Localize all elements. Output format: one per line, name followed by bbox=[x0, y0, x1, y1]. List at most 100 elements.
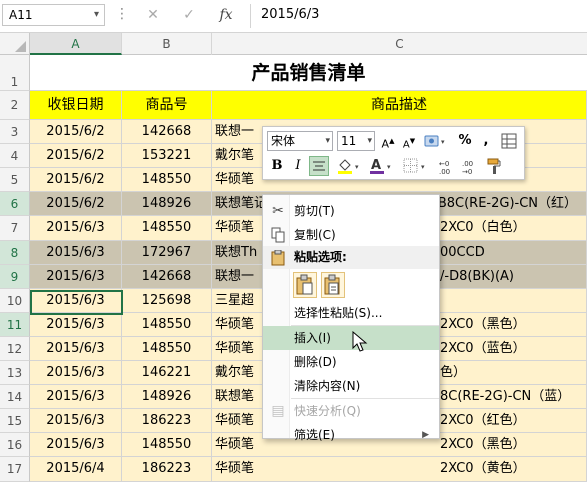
cell-date[interactable]: 2015/6/3 bbox=[30, 265, 122, 289]
cell-code[interactable]: 146221 bbox=[122, 361, 212, 385]
bold-button[interactable]: B bbox=[267, 156, 287, 176]
cell-code[interactable]: 148550 bbox=[122, 216, 212, 241]
cell-date[interactable]: 2015/6/3 bbox=[30, 385, 122, 409]
format-painter-icon[interactable] bbox=[485, 156, 505, 176]
cell-desc-text: 华硕笔 bbox=[215, 220, 255, 235]
header-desc[interactable]: 商品描述 bbox=[212, 91, 587, 120]
svg-text:A: A bbox=[371, 158, 381, 173]
header-code[interactable]: 商品号 bbox=[122, 91, 212, 120]
cell-code[interactable]: 142668 bbox=[122, 120, 212, 144]
cell-date[interactable]: 2015/6/2 bbox=[30, 168, 122, 192]
cell-date[interactable]: 2015/6/3 bbox=[30, 409, 122, 433]
cell-date-text: 2015/6/2 bbox=[46, 124, 105, 139]
cell-code[interactable]: 148550 bbox=[122, 168, 212, 192]
menu-item-filter[interactable]: 筛选(E) ▶ bbox=[263, 423, 439, 447]
row-header-1[interactable]: 1 bbox=[0, 55, 30, 91]
column-header-a[interactable]: A bbox=[30, 33, 122, 55]
menu-item-paste-special[interactable]: 选择性粘贴(S)... bbox=[263, 301, 439, 325]
row-header-13[interactable]: 13 bbox=[0, 361, 30, 385]
column-header-c[interactable]: C bbox=[212, 33, 587, 55]
cell-date[interactable]: 2015/6/2 bbox=[30, 120, 122, 144]
cell-date-text: 2015/6/2 bbox=[46, 172, 105, 187]
header-date[interactable]: 收银日期 bbox=[30, 91, 122, 120]
borders-icon[interactable]: ▾ bbox=[401, 156, 431, 176]
enter-button[interactable]: ✓ bbox=[178, 5, 200, 25]
decrease-font-size-icon[interactable]: A▼ bbox=[399, 131, 419, 151]
menu-item-clear-label: 清除内容(N) bbox=[294, 379, 361, 393]
row-header-15[interactable]: 15 bbox=[0, 409, 30, 433]
paste-icon[interactable] bbox=[293, 272, 317, 298]
cell-date[interactable]: 2015/6/3 bbox=[30, 337, 122, 361]
row-header-8[interactable]: 8 bbox=[0, 241, 30, 265]
cell-desc-tail: 2XC0（白色） bbox=[440, 220, 526, 235]
cell-date[interactable]: 2015/6/2 bbox=[30, 192, 122, 216]
align-center-icon[interactable] bbox=[309, 156, 329, 176]
insert-function-button[interactable]: fx bbox=[215, 5, 237, 25]
name-box[interactable]: A11 ▾ bbox=[2, 4, 105, 26]
menu-item-insert[interactable]: 插入(I) bbox=[263, 326, 439, 350]
cell-date[interactable]: 2015/6/4 bbox=[30, 457, 122, 482]
cell-date[interactable]: 2015/6/3 bbox=[30, 216, 122, 241]
font-size-select[interactable]: 11 ▾ bbox=[337, 131, 375, 151]
format-table-icon[interactable] bbox=[499, 131, 519, 151]
row-header-9[interactable]: 9 bbox=[0, 265, 30, 289]
cell-code[interactable]: 142668 bbox=[122, 265, 212, 289]
chevron-down-icon[interactable]: ▾ bbox=[94, 5, 99, 25]
row-header-6[interactable]: 6 bbox=[0, 192, 30, 216]
formula-bar: A11 ▾ ⋮ ✕ ✓ fx 2015/6/3 bbox=[0, 0, 587, 33]
increase-decimal-icon[interactable]: ←0.00 bbox=[438, 156, 458, 176]
cell-date[interactable]: 2015/6/2 bbox=[30, 144, 122, 168]
select-all-button[interactable] bbox=[0, 33, 30, 55]
row-header-2[interactable]: 2 bbox=[0, 91, 30, 120]
italic-button[interactable]: I bbox=[288, 156, 308, 176]
row-header-3[interactable]: 3 bbox=[0, 120, 30, 144]
cell-code[interactable]: 125698 bbox=[122, 289, 212, 313]
row-header-16[interactable]: 16 bbox=[0, 433, 30, 457]
row-header-7[interactable]: 7 bbox=[0, 216, 30, 241]
row-header-14[interactable]: 14 bbox=[0, 385, 30, 409]
accounting-format-icon[interactable]: ▾ bbox=[421, 131, 447, 151]
cell-date[interactable]: 2015/6/3 bbox=[30, 241, 122, 265]
decrease-decimal-icon[interactable]: .00 →0 bbox=[461, 156, 481, 176]
cell-code[interactable]: 148926 bbox=[122, 192, 212, 216]
menu-item-copy[interactable]: 复制(C) bbox=[263, 223, 439, 247]
menu-item-quick-analysis[interactable]: ▤ 快速分析(Q) bbox=[263, 399, 439, 423]
cell-desc-tail: 2XC0（黑色） bbox=[440, 437, 526, 452]
percent-style-button[interactable]: % bbox=[455, 131, 475, 151]
cell-code-text: 186223 bbox=[141, 461, 192, 476]
formula-input[interactable]: 2015/6/3 bbox=[250, 4, 587, 28]
cancel-button[interactable]: ✕ bbox=[142, 5, 164, 25]
cell-date[interactable]: 2015/6/3 bbox=[30, 433, 122, 457]
cell-code[interactable]: 148550 bbox=[122, 313, 212, 337]
row-header-11[interactable]: 11 bbox=[0, 313, 30, 337]
comma-style-button[interactable]: , bbox=[476, 131, 496, 151]
font-select[interactable]: 宋体 ▾ bbox=[267, 131, 333, 151]
cell-code[interactable]: 186223 bbox=[122, 457, 212, 482]
paste-values-icon[interactable] bbox=[321, 272, 345, 298]
cell-code[interactable]: 148550 bbox=[122, 433, 212, 457]
cell-code[interactable]: 172967 bbox=[122, 241, 212, 265]
row-header-5[interactable]: 5 bbox=[0, 168, 30, 192]
sheet-title[interactable]: 产品销售清单 bbox=[30, 55, 587, 91]
more-options-icon[interactable]: ⋮ bbox=[115, 5, 129, 25]
cell-code[interactable]: 148926 bbox=[122, 385, 212, 409]
cell-desc-tail: 00CCD bbox=[440, 245, 485, 260]
row-header-4[interactable]: 4 bbox=[0, 144, 30, 168]
column-header-b[interactable]: B bbox=[122, 33, 212, 55]
font-color-icon[interactable]: A ▾ bbox=[367, 156, 397, 176]
cell-code[interactable]: 186223 bbox=[122, 409, 212, 433]
fill-color-icon[interactable]: ▾ bbox=[335, 156, 365, 176]
menu-item-delete[interactable]: 删除(D) bbox=[263, 350, 439, 374]
cell-code[interactable]: 148550 bbox=[122, 337, 212, 361]
row-header-10[interactable]: 10 bbox=[0, 289, 30, 313]
menu-item-clear-contents[interactable]: 清除内容(N) bbox=[263, 374, 439, 398]
cell-desc-text: 华硕笔 bbox=[215, 341, 255, 356]
increase-font-size-icon[interactable]: A▲ bbox=[378, 131, 398, 151]
row-header-12[interactable]: 12 bbox=[0, 337, 30, 361]
menu-item-cut[interactable]: ✂ 剪切(T) bbox=[263, 199, 439, 223]
cell-desc[interactable]: 华硕笔 2XC0（黄色） bbox=[212, 457, 587, 482]
cell-date[interactable]: 2015/6/3 bbox=[30, 313, 122, 337]
cell-code[interactable]: 153221 bbox=[122, 144, 212, 168]
row-header-17[interactable]: 17 bbox=[0, 457, 30, 482]
cell-date[interactable]: 2015/6/3 bbox=[30, 361, 122, 385]
